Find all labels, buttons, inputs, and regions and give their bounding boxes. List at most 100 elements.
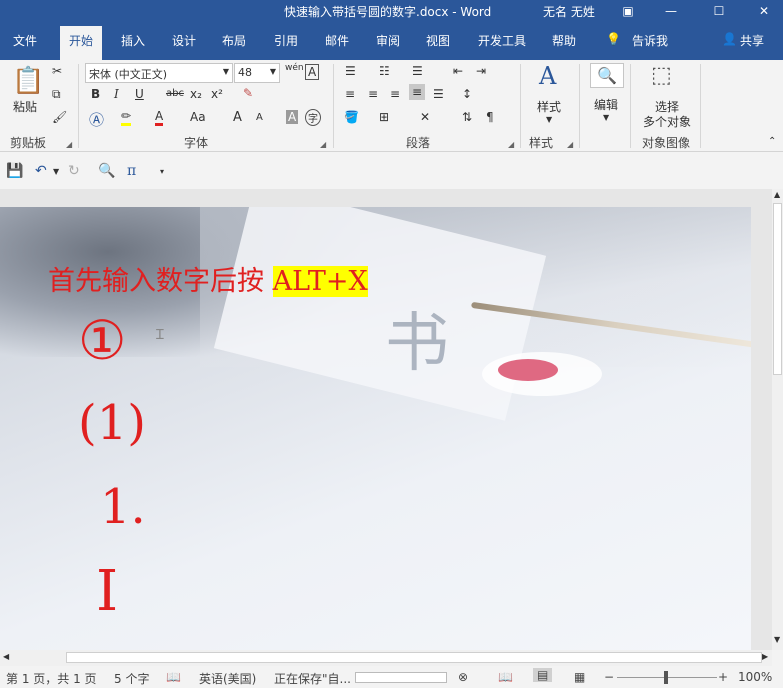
styles-button[interactable]: 样式 [537,98,561,115]
multilevel-list-icon[interactable]: ☰ [412,64,423,78]
print-preview-icon[interactable]: 🔍 [98,163,115,179]
web-layout-icon[interactable]: ▦ [574,670,585,684]
enclose-characters-button[interactable]: 字 [305,109,321,126]
superscript-button[interactable]: x² [211,87,223,101]
circled-number-one[interactable]: ① [78,309,126,372]
bullets-icon[interactable]: ☰ [345,64,356,78]
styles-icon[interactable]: A [539,62,556,90]
character-border-button[interactable]: A [305,64,320,80]
editing-button[interactable]: 编辑 [594,96,618,113]
borders-icon[interactable]: ⊞ [379,110,389,124]
chinese-layout-icon[interactable]: ✕ [420,110,430,124]
clipboard-launcher-icon[interactable]: ◢ [66,140,72,149]
zoom-in-button[interactable]: + [718,670,728,684]
subscript-button[interactable]: x₂ [190,87,202,101]
ribbon-display-options-icon[interactable]: ▣ [612,0,644,22]
tab-insert[interactable]: 插入 [121,32,145,49]
roman-numeral-one[interactable]: Ⅰ [96,559,118,624]
equation-button[interactable]: π [127,163,136,179]
search-icon[interactable]: 🔍 [590,63,624,88]
clear-formatting-icon[interactable]: ✎ [243,86,253,100]
tab-mailings[interactable]: 邮件 [325,32,349,49]
font-size-combo[interactable]: 48 ▼ [234,63,280,83]
print-layout-icon[interactable]: ▤ [533,668,553,682]
tell-me-search[interactable]: 告诉我 [632,32,668,49]
cancel-save-icon[interactable]: ⊗ [458,670,468,684]
scrollbar-thumb[interactable] [773,203,782,375]
paragraph-launcher-icon[interactable]: ◢ [508,140,514,149]
show-marks-icon[interactable]: ¶ [486,110,494,124]
font-launcher-icon[interactable]: ◢ [320,140,326,149]
select-objects-icon[interactable]: ⬚ [651,63,672,88]
collapse-ribbon-icon[interactable]: ⌃ [768,136,776,147]
tab-review[interactable]: 审阅 [376,32,400,49]
underline-button[interactable]: U [135,87,144,101]
redo-icon[interactable]: ↻ [68,163,80,179]
scroll-down-icon[interactable]: ▼ [774,635,780,644]
copy-icon[interactable]: ⧉ [52,87,61,102]
scroll-left-icon[interactable]: ◀ [3,652,9,661]
user-name[interactable]: 无名 无姓 [543,3,595,20]
tab-developer[interactable]: 开发工具 [478,32,526,49]
tab-view[interactable]: 视图 [426,32,450,49]
vertical-scrollbar[interactable]: ▲ ▼ [772,189,783,650]
numbering-icon[interactable]: ☷ [379,64,390,78]
align-right-icon[interactable]: ≡ [390,87,400,101]
italic-button[interactable]: I [114,87,119,101]
phonetic-guide-button[interactable]: wén [285,63,304,73]
number-one-period[interactable]: 1. [100,479,146,535]
scroll-right-icon[interactable]: ▶ [762,652,768,661]
document-page[interactable]: 书 首先输入数字后按 ALT+X ① Ɪ (1) 1. Ⅰ [0,207,751,650]
cut-icon[interactable]: ✂ [52,64,62,78]
paste-icon[interactable]: 📋 [12,66,44,96]
change-case-button[interactable]: Aa [190,110,206,124]
close-button[interactable]: ✕ [748,0,780,22]
select-button-line2[interactable]: 多个对象 [643,113,691,130]
font-color-icon[interactable]: A [155,109,164,126]
read-mode-icon[interactable]: 📖 [498,670,513,684]
scrollbar-thumb[interactable] [66,652,762,663]
save-icon[interactable]: 💾 [6,163,23,179]
character-shading-button[interactable]: A [286,110,299,124]
proofing-icon[interactable]: 📖 [166,670,181,684]
minimize-button[interactable]: — [655,0,687,22]
shading-icon[interactable]: 🪣 [344,110,359,124]
maximize-button[interactable]: ☐ [703,0,735,22]
page-count[interactable]: 第 1 页，共 1 页 [6,670,97,687]
line-spacing-icon[interactable]: ↕ [462,87,472,101]
align-center-icon[interactable]: ≡ [368,87,378,101]
tab-design[interactable]: 设计 [172,32,196,49]
tab-layout[interactable]: 布局 [222,32,246,49]
distributed-icon[interactable]: ☰ [433,87,444,101]
zoom-out-button[interactable]: − [604,670,614,684]
justify-icon[interactable]: ≡ [409,84,426,100]
strikethrough-button[interactable]: abc [166,88,184,99]
tab-references[interactable]: 引用 [274,32,298,49]
decrease-indent-icon[interactable]: ⇤ [453,64,463,78]
increase-indent-icon[interactable]: ⇥ [476,64,486,78]
shrink-font-button[interactable]: A [256,112,263,123]
bold-button[interactable]: B [91,87,100,101]
word-count[interactable]: 5 个字 [114,670,149,687]
highlight-icon[interactable]: ✏ [121,109,132,126]
zoom-slider-thumb[interactable] [664,671,668,684]
tab-help[interactable]: 帮助 [552,32,576,49]
format-painter-icon[interactable]: 🖌 [52,110,67,124]
styles-launcher-icon[interactable]: ◢ [567,140,573,149]
paste-button[interactable]: 粘贴 [13,98,37,115]
parenthesized-number-one[interactable]: (1) [78,395,146,451]
font-name-combo[interactable]: 宋体 (中文正文) ▼ [85,63,233,83]
share-button[interactable]: 共享 [740,32,764,49]
text-effects-icon[interactable]: Ⓐ [89,109,104,130]
undo-icon[interactable]: ↶ [35,163,47,179]
scroll-up-icon[interactable]: ▲ [774,190,780,199]
chevron-down-icon[interactable]: ▼ [53,167,59,176]
customize-qat-icon[interactable]: ▾ [160,167,164,176]
grow-font-button[interactable]: A [233,110,242,125]
align-left-icon[interactable]: ≡ [345,87,355,101]
instruction-line[interactable]: 首先输入数字后按 ALT+X [48,259,368,298]
zoom-level[interactable]: 100% [738,670,772,684]
tab-file[interactable]: 文件 [13,32,37,49]
horizontal-scrollbar[interactable]: ◀ ▶ [0,650,772,666]
language-indicator[interactable]: 英语(美国) [199,670,256,687]
